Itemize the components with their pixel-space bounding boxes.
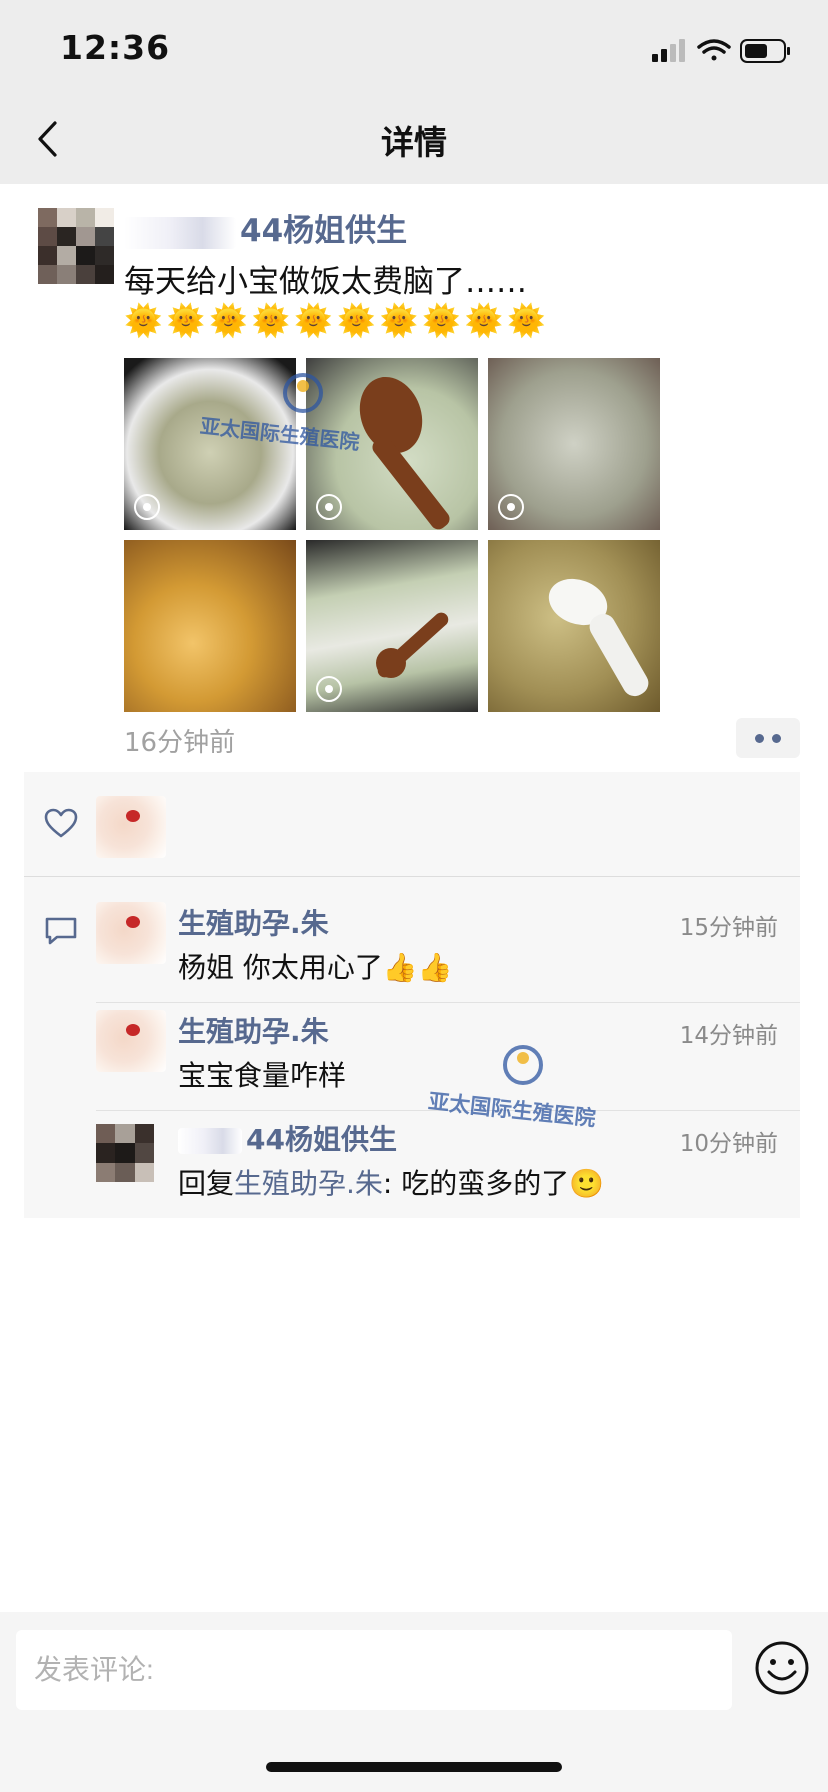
comment-item[interactable]: 生殖助孕.朱 15分钟前 杨姐 你太用心了👍👍 [96,902,800,1006]
divider [24,876,800,877]
comment-text: 宝宝食量咋样 [178,1059,347,1092]
comment-icon [45,917,77,945]
poster-name-text: 44杨姐供生 [240,213,408,249]
photo-3[interactable] [488,358,660,530]
poster-avatar[interactable] [38,208,114,284]
name-blur [124,216,236,249]
commenter-name[interactable]: 44杨姐供生 [178,1118,397,1158]
photo-1[interactable] [124,358,296,530]
home-indicator [266,1762,562,1772]
post-text: 每天给小宝做饭太费脑了…… [124,264,527,300]
post-emojis: 🌞🌞🌞🌞🌞🌞🌞🌞🌞🌞 [124,303,550,339]
live-photo-icon [316,494,342,520]
comment-time: 10分钟前 [679,1131,778,1157]
name-blur [178,1128,242,1154]
photo-2[interactable] [306,358,478,530]
photo-5[interactable] [306,540,478,712]
signal-icon [652,39,685,62]
comment-text: 回复生殖助孕.朱: 吃的蛮多的了🙂 [178,1162,604,1202]
photo-grid [124,358,660,712]
battery-icon [740,39,790,63]
status-bar: 12:36 [0,0,828,92]
poster-name[interactable]: 44杨姐供生 [124,205,407,250]
nav-bar: 详情 [0,92,828,184]
likes-row [24,772,800,876]
comment-divider [96,1002,800,1003]
comment-item[interactable]: 44杨姐供生 10分钟前 回复生殖助孕.朱: 吃的蛮多的了🙂 [96,1118,800,1218]
emoji-icon[interactable] [754,1640,810,1696]
live-photo-icon [316,676,342,702]
page-title: 详情 [381,123,447,162]
live-photo-icon [134,494,160,520]
reply-prefix: 回复 [178,1167,235,1200]
live-photo-icon [498,494,524,520]
reply-mention[interactable]: 生殖助孕.朱 [234,1167,383,1200]
reply-text: : 吃的蛮多的了🙂 [382,1167,605,1200]
more-button[interactable] [736,718,800,758]
commenter-avatar[interactable] [96,902,166,964]
comment-divider [96,1110,800,1111]
comment-time: 15分钟前 [679,915,778,941]
interaction-box: 生殖助孕.朱 15分钟前 杨姐 你太用心了👍👍 生殖助孕.朱 14分钟前 宝宝食… [24,772,800,1218]
photo-6[interactable] [488,540,660,712]
comment-input[interactable] [16,1630,732,1710]
commenter-name-text: 44杨姐供生 [246,1123,397,1156]
spoon-handle [374,609,452,681]
dot-icon [755,733,764,743]
status-icons [652,39,790,63]
comment-time: 14分钟前 [679,1023,778,1049]
commenter-name[interactable]: 生殖助孕.朱 [178,1010,329,1050]
status-time: 12:36 [60,28,171,67]
commenter-avatar[interactable] [96,1124,154,1182]
spoon-handle [585,609,653,701]
commenter-avatar[interactable] [96,1010,166,1072]
photo-4[interactable] [124,540,296,712]
heart-icon [44,808,78,838]
commenter-name[interactable]: 生殖助孕.朱 [178,902,329,942]
comment-item[interactable]: 生殖助孕.朱 14分钟前 宝宝食量咋样 [96,1010,800,1114]
comment-text: 杨姐 你太用心了👍👍 [178,951,453,984]
wifi-icon [697,39,731,61]
liker-avatar[interactable] [96,796,166,858]
post-time: 16分钟前 [124,728,236,758]
dot-icon [772,733,781,743]
